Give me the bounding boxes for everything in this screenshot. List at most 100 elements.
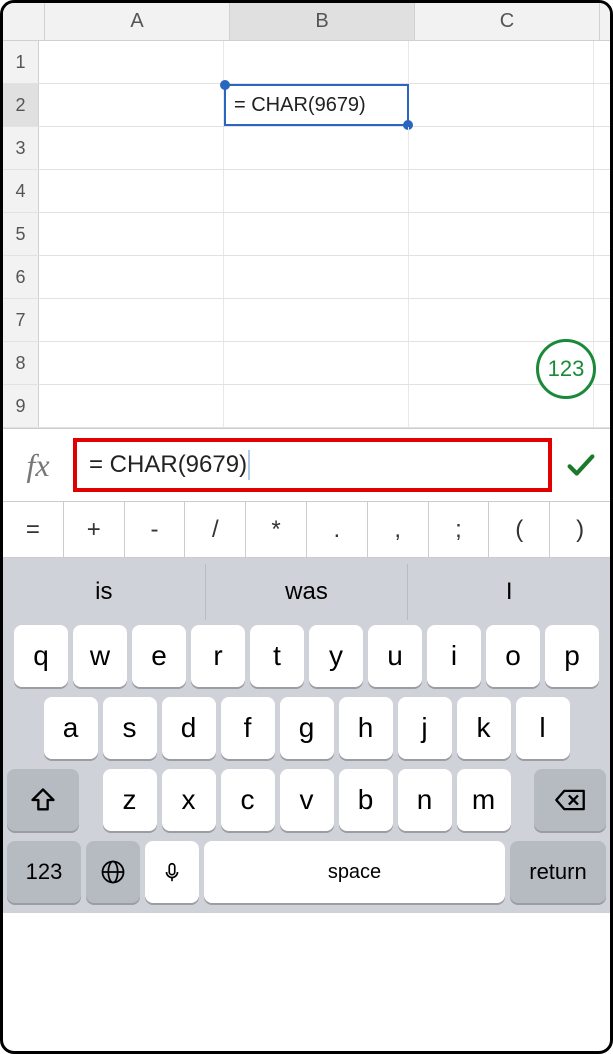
cell-a6[interactable] bbox=[39, 256, 224, 298]
cell-b3[interactable] bbox=[224, 127, 409, 169]
formula-input[interactable]: = CHAR(9679) bbox=[73, 438, 552, 492]
cell-b7[interactable] bbox=[224, 299, 409, 341]
corner-cell[interactable] bbox=[3, 3, 45, 40]
key-p[interactable]: p bbox=[545, 625, 599, 687]
row-header-6[interactable]: 6 bbox=[3, 256, 39, 298]
row-header-7[interactable]: 7 bbox=[3, 299, 39, 341]
key-c[interactable]: c bbox=[221, 769, 275, 831]
cell-a2[interactable] bbox=[39, 84, 224, 126]
backspace-key[interactable] bbox=[534, 769, 606, 831]
cell-c1[interactable] bbox=[409, 41, 594, 83]
op-slash[interactable]: / bbox=[185, 502, 246, 557]
op-dot[interactable]: . bbox=[307, 502, 368, 557]
cell-c3[interactable] bbox=[409, 127, 594, 169]
row-header-3[interactable]: 3 bbox=[3, 127, 39, 169]
cell-a5[interactable] bbox=[39, 213, 224, 255]
suggestion-1[interactable]: is bbox=[3, 564, 205, 620]
numbers-key[interactable]: 123 bbox=[7, 841, 81, 903]
key-q[interactable]: q bbox=[14, 625, 68, 687]
key-z[interactable]: z bbox=[103, 769, 157, 831]
key-i[interactable]: i bbox=[427, 625, 481, 687]
key-b[interactable]: b bbox=[339, 769, 393, 831]
col-header-c[interactable]: C bbox=[415, 3, 600, 40]
backspace-icon bbox=[554, 786, 586, 814]
cell-c2[interactable] bbox=[409, 84, 594, 126]
op-star[interactable]: * bbox=[246, 502, 307, 557]
cell-a1[interactable] bbox=[39, 41, 224, 83]
key-g[interactable]: g bbox=[280, 697, 334, 759]
key-t[interactable]: t bbox=[250, 625, 304, 687]
key-o[interactable]: o bbox=[486, 625, 540, 687]
key-row-1: q w e r t y u i o p bbox=[3, 620, 610, 692]
shift-key[interactable] bbox=[7, 769, 79, 831]
col-header-b[interactable]: B bbox=[230, 3, 415, 40]
op-plus[interactable]: + bbox=[64, 502, 125, 557]
key-j[interactable]: j bbox=[398, 697, 452, 759]
row-header-9[interactable]: 9 bbox=[3, 385, 39, 427]
op-semicolon[interactable]: ; bbox=[429, 502, 490, 557]
key-e[interactable]: e bbox=[132, 625, 186, 687]
row-header-8[interactable]: 8 bbox=[3, 342, 39, 384]
op-comma[interactable]: , bbox=[368, 502, 429, 557]
cell-a7[interactable] bbox=[39, 299, 224, 341]
op-paren-close[interactable]: ) bbox=[550, 502, 610, 557]
globe-key[interactable] bbox=[86, 841, 140, 903]
key-l[interactable]: l bbox=[516, 697, 570, 759]
key-m[interactable]: m bbox=[457, 769, 511, 831]
suggestion-2[interactable]: was bbox=[205, 564, 408, 620]
cell-c5[interactable] bbox=[409, 213, 594, 255]
col-header-a[interactable]: A bbox=[45, 3, 230, 40]
cell-b5[interactable] bbox=[224, 213, 409, 255]
cell-a3[interactable] bbox=[39, 127, 224, 169]
op-equals[interactable]: = bbox=[3, 502, 64, 557]
cell-c6[interactable] bbox=[409, 256, 594, 298]
row-header-1[interactable]: 1 bbox=[3, 41, 39, 83]
cell-a4[interactable] bbox=[39, 170, 224, 212]
row-1: 1 bbox=[3, 41, 610, 84]
key-h[interactable]: h bbox=[339, 697, 393, 759]
cell-b1[interactable] bbox=[224, 41, 409, 83]
globe-icon bbox=[99, 858, 127, 886]
row-header-2[interactable]: 2 bbox=[3, 84, 39, 126]
key-row-4: 123 space return bbox=[3, 836, 610, 913]
row-header-5[interactable]: 5 bbox=[3, 213, 39, 255]
cell-c7[interactable] bbox=[409, 299, 594, 341]
cell-b9[interactable] bbox=[224, 385, 409, 427]
formula-input-value: = CHAR(9679) bbox=[89, 451, 247, 479]
fx-icon[interactable]: fx bbox=[3, 447, 73, 484]
cell-a9[interactable] bbox=[39, 385, 224, 427]
suggestion-3[interactable]: I bbox=[407, 564, 610, 620]
cell-b8[interactable] bbox=[224, 342, 409, 384]
key-u[interactable]: u bbox=[368, 625, 422, 687]
key-x[interactable]: x bbox=[162, 769, 216, 831]
cell-a8[interactable] bbox=[39, 342, 224, 384]
key-k[interactable]: k bbox=[457, 697, 511, 759]
row-4: 4 bbox=[3, 170, 610, 213]
key-v[interactable]: v bbox=[280, 769, 334, 831]
selection-handle-top-left[interactable] bbox=[220, 80, 230, 90]
row-header-4[interactable]: 4 bbox=[3, 170, 39, 212]
key-w[interactable]: w bbox=[73, 625, 127, 687]
cell-b4[interactable] bbox=[224, 170, 409, 212]
row-2: 2 = CHAR(9679) bbox=[3, 84, 610, 127]
cell-b2-selected[interactable]: = CHAR(9679) bbox=[224, 84, 409, 126]
key-y[interactable]: y bbox=[309, 625, 363, 687]
return-key[interactable]: return bbox=[510, 841, 606, 903]
key-s[interactable]: s bbox=[103, 697, 157, 759]
cell-c4[interactable] bbox=[409, 170, 594, 212]
numeric-keypad-toggle[interactable]: 123 bbox=[536, 339, 596, 399]
key-f[interactable]: f bbox=[221, 697, 275, 759]
key-r[interactable]: r bbox=[191, 625, 245, 687]
confirm-button[interactable] bbox=[552, 448, 610, 482]
microphone-icon bbox=[161, 858, 183, 886]
mic-key[interactable] bbox=[145, 841, 199, 903]
key-a[interactable]: a bbox=[44, 697, 98, 759]
key-d[interactable]: d bbox=[162, 697, 216, 759]
numeric-keypad-label: 123 bbox=[548, 356, 585, 382]
key-n[interactable]: n bbox=[398, 769, 452, 831]
op-paren-open[interactable]: ( bbox=[489, 502, 550, 557]
cell-b6[interactable] bbox=[224, 256, 409, 298]
op-minus[interactable]: - bbox=[125, 502, 186, 557]
space-key[interactable]: space bbox=[204, 841, 505, 903]
shift-icon bbox=[29, 786, 57, 814]
